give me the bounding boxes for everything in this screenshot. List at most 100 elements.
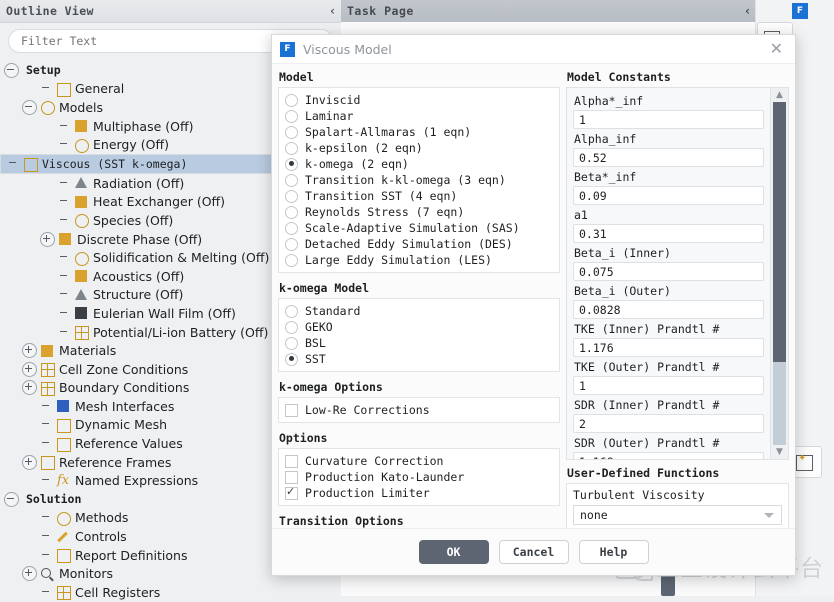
constant-label: TKE (Outer) Prandtl # (574, 360, 720, 374)
radio-button-icon[interactable] (285, 253, 298, 267)
tree-expander-icon[interactable] (22, 343, 37, 359)
constant-label: Alpha_inf (574, 132, 637, 146)
tree-item-label: Multiphase (Off) (93, 118, 194, 134)
options-checkbox-group[interactable]: Curvature Correction Production Kato-Laun… (278, 448, 560, 506)
udf-section-heading: User-Defined Functions (567, 466, 720, 480)
reference-frames-icon-glyph (41, 456, 55, 471)
radio-button-icon[interactable] (285, 237, 298, 251)
model-option[interactable]: k-omega (2 eqn) (285, 156, 553, 172)
komega-option-item[interactable]: Low-Re Corrections (285, 402, 553, 418)
scroll-down-arrow[interactable]: ▼ (771, 445, 788, 459)
model-option[interactable]: Detached Eddy Simulation (DES) (285, 236, 553, 252)
constant-input[interactable]: 0.09 (573, 186, 764, 205)
tree-item-label: Controls (75, 529, 127, 545)
radio-button-icon[interactable] (285, 125, 298, 139)
model-option[interactable]: Spalart-Allmaras (1 eqn) (285, 124, 553, 140)
tree-spacer (58, 326, 71, 339)
checkbox-icon[interactable] (285, 470, 298, 484)
option-item[interactable]: Production Kato-Launder (285, 469, 553, 485)
turbulent-viscosity-select[interactable]: none (573, 505, 782, 525)
ok-button[interactable]: OK (418, 540, 489, 564)
constant-input[interactable]: 0.31 (573, 224, 764, 243)
model-option[interactable]: Scale-Adaptive Simulation (SAS) (285, 220, 553, 236)
tree-expander-icon[interactable] (22, 99, 37, 115)
constant-input[interactable]: 0.0828 (573, 300, 764, 319)
model-option[interactable]: Transition k-kl-omega (3 eqn) (285, 172, 553, 188)
komega-model-option[interactable]: Standard (285, 303, 553, 319)
radio-button-icon[interactable] (285, 221, 298, 235)
checkbox-icon[interactable] (285, 454, 298, 468)
tree-expander-icon[interactable] (4, 491, 19, 507)
tree-item-label: Cell Registers (75, 584, 161, 600)
model-option[interactable]: Large Eddy Simulation (LES) (285, 252, 553, 268)
radio-button-icon[interactable] (285, 320, 298, 334)
model-option[interactable]: Reynolds Stress (7 eqn) (285, 204, 553, 220)
radio-button-icon[interactable] (285, 352, 298, 366)
checkbox-icon[interactable] (285, 485, 298, 500)
tree-expander-icon[interactable] (22, 566, 37, 582)
help-button[interactable]: Help (578, 540, 649, 564)
task-page-title: Task Page (347, 4, 414, 18)
radio-button-icon[interactable] (285, 157, 298, 171)
cancel-button[interactable]: Cancel (498, 540, 569, 564)
tree-item-label: General (75, 81, 125, 97)
radio-button-icon[interactable] (285, 141, 298, 155)
option-item[interactable]: Production Limiter (285, 485, 553, 501)
komega-options-checkbox-group[interactable]: Low-Re Corrections (278, 397, 560, 423)
radio-button-icon[interactable] (285, 336, 298, 350)
radio-button-icon[interactable] (285, 304, 298, 318)
constant-input[interactable]: 1 (573, 376, 764, 395)
constant-input[interactable]: 1.168 (573, 452, 764, 459)
outline-view-title: Outline View (6, 4, 94, 18)
model-radio-group[interactable]: Inviscid Laminar Spalart-Allmaras (1 eqn) k… (278, 87, 560, 273)
model-constants-scrollbar[interactable]: ▲ ▼ (770, 88, 788, 459)
model-option[interactable]: k-epsilon (2 eqn) (285, 140, 553, 156)
scroll-up-arrow[interactable]: ▲ (771, 88, 788, 102)
option-item[interactable]: Curvature Correction (285, 453, 553, 469)
constant-input[interactable]: 1 (573, 110, 764, 129)
dynamic-mesh-icon (56, 418, 71, 433)
komega-model-radio-group[interactable]: Standard GEKO BSL SST (278, 298, 560, 372)
tree-spacer (58, 307, 71, 320)
tree-item-cell-registers[interactable]: Cell Registers (0, 583, 341, 602)
checkbox-icon[interactable] (285, 403, 298, 417)
constant-input[interactable]: 0.075 (573, 262, 764, 281)
dialog-left-column: Model Inviscid Laminar Spalart-Allmaras (1… (272, 64, 560, 569)
komega-model-option[interactable]: GEKO (285, 319, 553, 335)
radio-button-icon[interactable] (285, 93, 298, 107)
komega-model-option[interactable]: SST (285, 351, 553, 367)
model-option[interactable]: Laminar (285, 108, 553, 124)
constant-input[interactable]: 1.176 (573, 338, 764, 357)
tree-expander-icon[interactable] (22, 454, 37, 470)
tree-spacer (58, 177, 71, 190)
constant-input[interactable]: 0.52 (573, 148, 764, 167)
constant-label: TKE (Inner) Prandtl # (574, 322, 720, 336)
radio-button-icon[interactable] (285, 189, 298, 203)
tree-expander-icon[interactable] (40, 231, 55, 247)
radio-button-icon[interactable] (285, 109, 298, 123)
discrete-phase-icon (58, 232, 73, 246)
chevron-left-icon[interactable]: ‹ (745, 4, 750, 18)
model-option[interactable]: Transition SST (4 eqn) (285, 188, 553, 204)
tree-spacer (58, 251, 71, 264)
radio-button-icon[interactable] (285, 205, 298, 219)
energy-icon (74, 138, 89, 153)
tree-expander-icon[interactable] (22, 380, 37, 396)
scrollbar-thumb[interactable] (773, 102, 786, 362)
tree-expander-icon[interactable] (4, 62, 19, 78)
task-page-header: Task Page ‹ (341, 0, 756, 23)
model-constants-heading: Model Constants (567, 70, 671, 84)
chevron-left-icon[interactable]: ‹ (330, 4, 335, 18)
chevron-down-icon (764, 513, 774, 518)
tree-item-label: Radiation (Off) (93, 175, 185, 191)
radio-button-icon[interactable] (285, 173, 298, 187)
scrollbar-track[interactable] (773, 102, 786, 445)
tree-item-label: Eulerian Wall Film (Off) (93, 305, 236, 321)
tree-expander-icon[interactable] (22, 361, 37, 377)
model-option[interactable]: Inviscid (285, 92, 553, 108)
close-icon[interactable]: ✕ (766, 41, 787, 57)
constant-input[interactable]: 2 (573, 414, 764, 433)
komega-model-option[interactable]: BSL (285, 335, 553, 351)
methods-icon (56, 511, 71, 526)
report-definitions-icon-glyph (57, 549, 71, 564)
